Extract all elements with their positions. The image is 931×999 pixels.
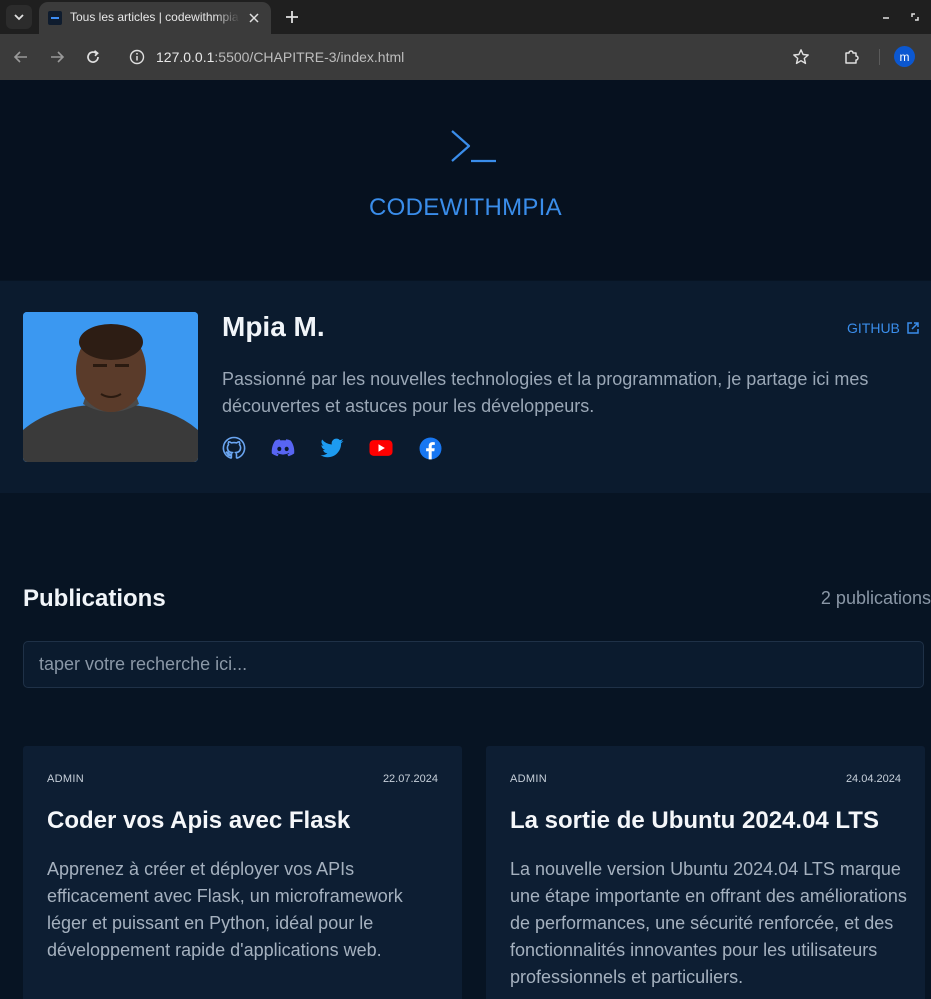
github-icon bbox=[222, 436, 246, 459]
article-author: ADMIN bbox=[47, 773, 84, 785]
twitter-social-link[interactable] bbox=[320, 436, 344, 460]
profile-avatar[interactable]: m bbox=[894, 46, 915, 67]
article-title[interactable]: La sortie de Ubuntu 2024.04 LTS bbox=[510, 807, 910, 835]
minimize-icon bbox=[883, 17, 889, 19]
article-excerpt: Apprenez à créer et déployer vos APIs ef… bbox=[47, 859, 403, 960]
youtube-icon bbox=[369, 440, 393, 456]
facebook-social-link[interactable] bbox=[418, 436, 442, 460]
new-tab-button[interactable] bbox=[281, 6, 303, 28]
discord-icon bbox=[271, 439, 295, 457]
external-link-icon bbox=[907, 322, 919, 334]
discord-social-link[interactable] bbox=[271, 436, 295, 460]
author-name: Mpia M. bbox=[222, 311, 325, 342]
extensions-button[interactable] bbox=[840, 45, 864, 69]
tab-title: Tous les articles | codewithmpia bbox=[70, 10, 239, 24]
chevron-down-icon bbox=[14, 14, 24, 21]
publications-heading: Publications bbox=[23, 585, 166, 612]
arrow-right-icon bbox=[51, 51, 65, 63]
social-links bbox=[222, 436, 442, 460]
site-favicon-icon bbox=[48, 11, 62, 25]
restore-button[interactable] bbox=[905, 7, 925, 27]
restore-icon bbox=[911, 13, 919, 21]
reload-icon bbox=[87, 50, 99, 63]
github-link[interactable]: GITHUB bbox=[847, 320, 920, 336]
publications-count: 2 publications bbox=[820, 588, 931, 608]
star-icon bbox=[793, 49, 809, 65]
article-author: ADMIN bbox=[510, 773, 547, 785]
toolbar-divider bbox=[879, 49, 880, 65]
youtube-social-link[interactable] bbox=[369, 436, 393, 460]
author-card: Mpia M. GITHUB Passionné par les nouvell… bbox=[0, 281, 931, 493]
forward-button[interactable] bbox=[45, 45, 69, 69]
github-link-label: GITHUB bbox=[847, 320, 900, 336]
back-button[interactable] bbox=[9, 45, 33, 69]
browser-toolbar: 127.0.0.1:5500/CHAPITRE-3/index.html m bbox=[0, 34, 931, 80]
reload-button[interactable] bbox=[81, 45, 105, 69]
arrow-left-icon bbox=[13, 51, 27, 63]
article-title[interactable]: Coder vos Apis avec Flask bbox=[47, 807, 447, 835]
close-icon bbox=[249, 13, 259, 23]
github-social-link[interactable] bbox=[222, 436, 246, 460]
facebook-icon bbox=[419, 437, 441, 459]
search-input[interactable] bbox=[23, 641, 924, 688]
minimize-button[interactable] bbox=[876, 7, 896, 27]
article-date: 22.07.2024 bbox=[382, 773, 438, 785]
url-host: 127.0.0.1 bbox=[156, 49, 215, 65]
address-bar[interactable]: 127.0.0.1:5500/CHAPITRE-3/index.html bbox=[120, 40, 700, 74]
article-date: 24.04.2024 bbox=[845, 773, 901, 785]
bookmark-button[interactable] bbox=[789, 45, 813, 69]
article-excerpt: La nouvelle version Ubuntu 2024.04 LTS m… bbox=[510, 859, 907, 987]
site-header: CODEWITHMPIA bbox=[0, 80, 931, 280]
url-text[interactable]: 127.0.0.1:5500/CHAPITRE-3/index.html bbox=[156, 49, 404, 65]
browser-tab-bar: Tous les articles | codewithmpia bbox=[0, 0, 931, 34]
tab-search-button[interactable] bbox=[6, 5, 32, 29]
browser-tab[interactable]: Tous les articles | codewithmpia bbox=[39, 2, 271, 34]
plus-icon bbox=[286, 11, 298, 23]
tab-close-button[interactable] bbox=[245, 9, 263, 27]
twitter-icon bbox=[320, 438, 344, 457]
site-name[interactable]: CODEWITHMPIA bbox=[0, 194, 931, 222]
article-card[interactable]: ADMIN 22.07.2024 Coder vos Apis avec Fla… bbox=[23, 746, 462, 999]
puzzle-icon bbox=[845, 50, 859, 64]
author-bio: Passionné par les nouvelles technologies… bbox=[222, 369, 869, 416]
author-photo bbox=[23, 312, 198, 462]
site-info-icon[interactable] bbox=[128, 48, 146, 66]
terminal-prompt-icon[interactable] bbox=[449, 128, 499, 168]
url-path: :5500/CHAPITRE-3/index.html bbox=[214, 49, 405, 65]
article-card[interactable]: ADMIN 24.04.2024 La sortie de Ubuntu 202… bbox=[486, 746, 925, 999]
